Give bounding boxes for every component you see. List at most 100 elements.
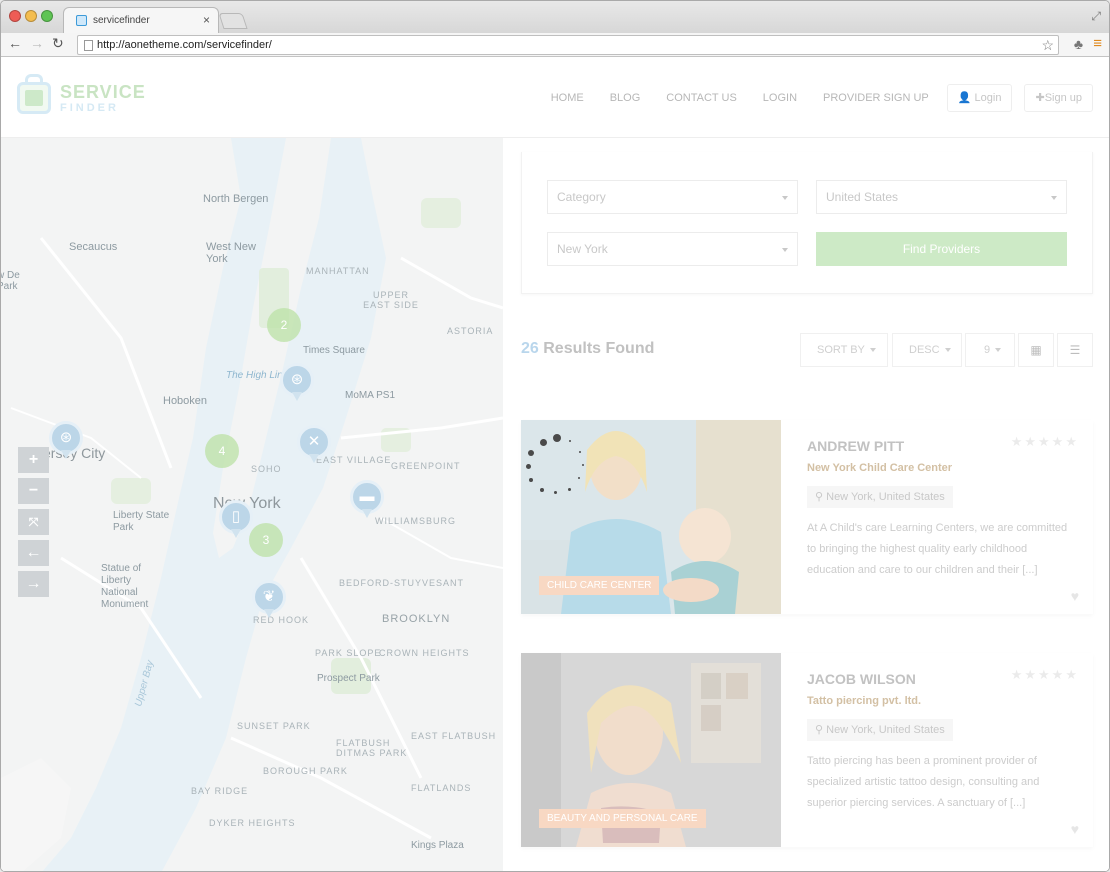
provider-company: New York Child Care Center — [807, 462, 953, 474]
nav-contact-us[interactable]: CONTACT US — [666, 92, 737, 104]
map-cluster[interactable]: 2 — [267, 308, 301, 342]
listing-image[interactable]: BEAUTY AND PERSONAL CARE — [521, 653, 781, 847]
map-label-secaucus: Secaucus — [69, 241, 118, 253]
forward-arrow-icon[interactable]: → — [30, 35, 44, 51]
category-badge[interactable]: BEAUTY AND PERSONAL CARE — [539, 809, 706, 828]
nav-provider-sign-up[interactable]: PROVIDER SIGN UP — [823, 92, 929, 104]
map-pin[interactable]: ▯ — [219, 500, 253, 540]
reload-icon[interactable]: ↻ — [52, 35, 64, 52]
menu-icon[interactable]: ≡ — [1093, 35, 1102, 52]
logo-text-finder: FINDER — [60, 102, 119, 114]
new-tab-button[interactable] — [218, 13, 248, 29]
map-label-kings-plaza: Kings Plaza — [411, 840, 464, 851]
map-label-flatlands: FLATLANDS — [411, 783, 472, 793]
favorite-heart-icon[interactable]: ♥ — [1071, 821, 1079, 837]
tab-close-icon[interactable]: × — [203, 13, 210, 27]
category-select[interactable]: Category — [547, 180, 798, 214]
nav-blog[interactable]: BLOG — [610, 92, 641, 104]
map-pin[interactable]: ❦ — [252, 580, 286, 620]
map-label-times-square: Times Square — [303, 345, 365, 356]
rating-stars: ★★★★★ — [1010, 667, 1079, 682]
favorite-heart-icon[interactable]: ♥ — [1071, 588, 1079, 604]
chevron-down-icon — [782, 196, 788, 200]
zoom-window-button[interactable] — [41, 10, 53, 22]
zoom-in-button[interactable]: + — [18, 447, 49, 473]
extension-icon[interactable]: ♣ — [1074, 36, 1083, 52]
bookmark-star-icon[interactable]: ☆ — [1041, 37, 1054, 54]
listing-card[interactable]: BEAUTY AND PERSONAL CARE JACOB WILSON ★★… — [521, 653, 1093, 847]
per-page-dropdown[interactable]: 9 — [965, 333, 1015, 367]
map-label-williamsburg: WILLIAMSBURG — [375, 516, 457, 526]
address-bar[interactable]: http://aonetheme.com/servicefinder/ ☆ — [77, 35, 1059, 55]
results-label: Results Found — [543, 340, 655, 357]
site-logo[interactable]: SERVICE FINDER — [14, 74, 145, 120]
nav-home[interactable]: HOME — [551, 92, 584, 104]
login-button[interactable]: 👤 Login — [946, 84, 1013, 112]
map-cluster[interactable]: 3 — [249, 523, 283, 557]
map-label-high-line: The High Line — [226, 370, 289, 381]
map-marker-icon: ⚲ — [815, 724, 824, 736]
map-label-sunset-park: SUNSET PARK — [237, 721, 311, 731]
minimize-window-button[interactable] — [25, 10, 37, 22]
category-select-value: Category — [557, 190, 606, 204]
main-navigation: HOME BLOG CONTACT US LOGIN PROVIDER SIGN… — [525, 84, 1093, 112]
map-label-liberty-state-park: Liberty State Park — [113, 510, 170, 533]
provider-name[interactable]: JACOB WILSON — [807, 671, 916, 687]
map-label-north-bergen: North Bergen — [203, 193, 269, 205]
map-label-greenpoint: GREENPOINT — [391, 461, 461, 471]
zoom-out-button[interactable]: − — [18, 478, 49, 504]
listing-card[interactable]: CHILD CARE CENTER ANDREW PITT ★★★★★ New … — [521, 420, 1093, 614]
browser-toolbar: ← → ↻ http://aonetheme.com/servicefinder… — [1, 33, 1109, 57]
results-toolbar: 26 Results Found SORT BY DESC 9 ▦ ☰ — [521, 323, 1093, 367]
map-label-astoria: ASTORIA — [447, 326, 494, 336]
map-label-manhattan: MANHATTAN — [306, 266, 370, 276]
list-view-icon[interactable]: ☰ — [1057, 333, 1093, 367]
country-select-value: United States — [826, 190, 899, 204]
fullscreen-map-button[interactable]: ⤧ — [18, 509, 49, 535]
map-pin[interactable]: ⊛ — [280, 363, 314, 403]
fullscreen-icon[interactable]: ⤢ — [1091, 9, 1101, 24]
user-icon: 👤 — [957, 92, 972, 104]
provider-location: ⚲ New York, United States — [807, 486, 953, 508]
login-button-label: Login — [974, 92, 1002, 104]
back-arrow-icon[interactable]: ← — [8, 35, 22, 51]
map-label-prospect-park: Prospect Park — [317, 673, 380, 684]
map[interactable]: North Bergen Secaucus West New York MANH… — [1, 138, 503, 871]
chevron-down-icon — [1051, 196, 1057, 200]
results-count: 26 Results Found — [521, 340, 654, 358]
browser-tabbar: servicefinder × ⤢ — [1, 1, 1109, 33]
map-pin[interactable]: ⊛ — [49, 421, 83, 461]
map-cluster[interactable]: 4 — [205, 434, 239, 468]
city-select[interactable]: New York — [547, 232, 798, 266]
map-label-brooklyn: BROOKLYN — [382, 613, 451, 625]
find-providers-button[interactable]: Find Providers — [816, 232, 1067, 266]
favicon-icon — [76, 15, 87, 26]
sort-by-dropdown[interactable]: SORT BY — [800, 333, 888, 367]
map-label-west-new-york: West New York — [206, 241, 256, 265]
map-label-bay-ridge: BAY RIDGE — [191, 786, 249, 796]
map-pin[interactable]: ▬ — [350, 480, 384, 520]
grid-view-icon[interactable]: ▦ — [1018, 333, 1054, 367]
listing-image[interactable]: CHILD CARE CENTER — [521, 420, 781, 614]
map-pin[interactable]: ✕ — [297, 425, 331, 465]
map-marker-icon: ⚲ — [815, 491, 824, 503]
map-label-moma: MoMA PS1 — [345, 390, 396, 401]
sort-by-label: SORT BY — [817, 344, 865, 356]
map-label-bedford-stuyvesant: BEDFORD-STUYVESANT — [339, 578, 465, 588]
chevron-down-icon — [782, 248, 788, 252]
map-next-button[interactable]: → — [18, 571, 49, 597]
close-window-button[interactable] — [9, 10, 21, 22]
chevron-down-icon — [869, 348, 876, 353]
browser-tab[interactable]: servicefinder × — [63, 7, 219, 33]
country-select[interactable]: United States — [816, 180, 1067, 214]
map-prev-button[interactable]: ← — [18, 540, 49, 566]
logo-bag-icon — [14, 74, 54, 118]
url-text[interactable]: http://aonetheme.com/servicefinder/ — [97, 39, 272, 51]
order-dropdown[interactable]: DESC — [892, 333, 962, 367]
signup-button[interactable]: ✚Sign up — [1024, 84, 1093, 112]
category-badge[interactable]: CHILD CARE CENTER — [539, 576, 660, 595]
nav-login[interactable]: LOGIN — [763, 92, 797, 104]
provider-name[interactable]: ANDREW PITT — [807, 438, 904, 454]
page-icon — [84, 40, 93, 51]
provider-location-text: New York, United States — [826, 491, 945, 503]
